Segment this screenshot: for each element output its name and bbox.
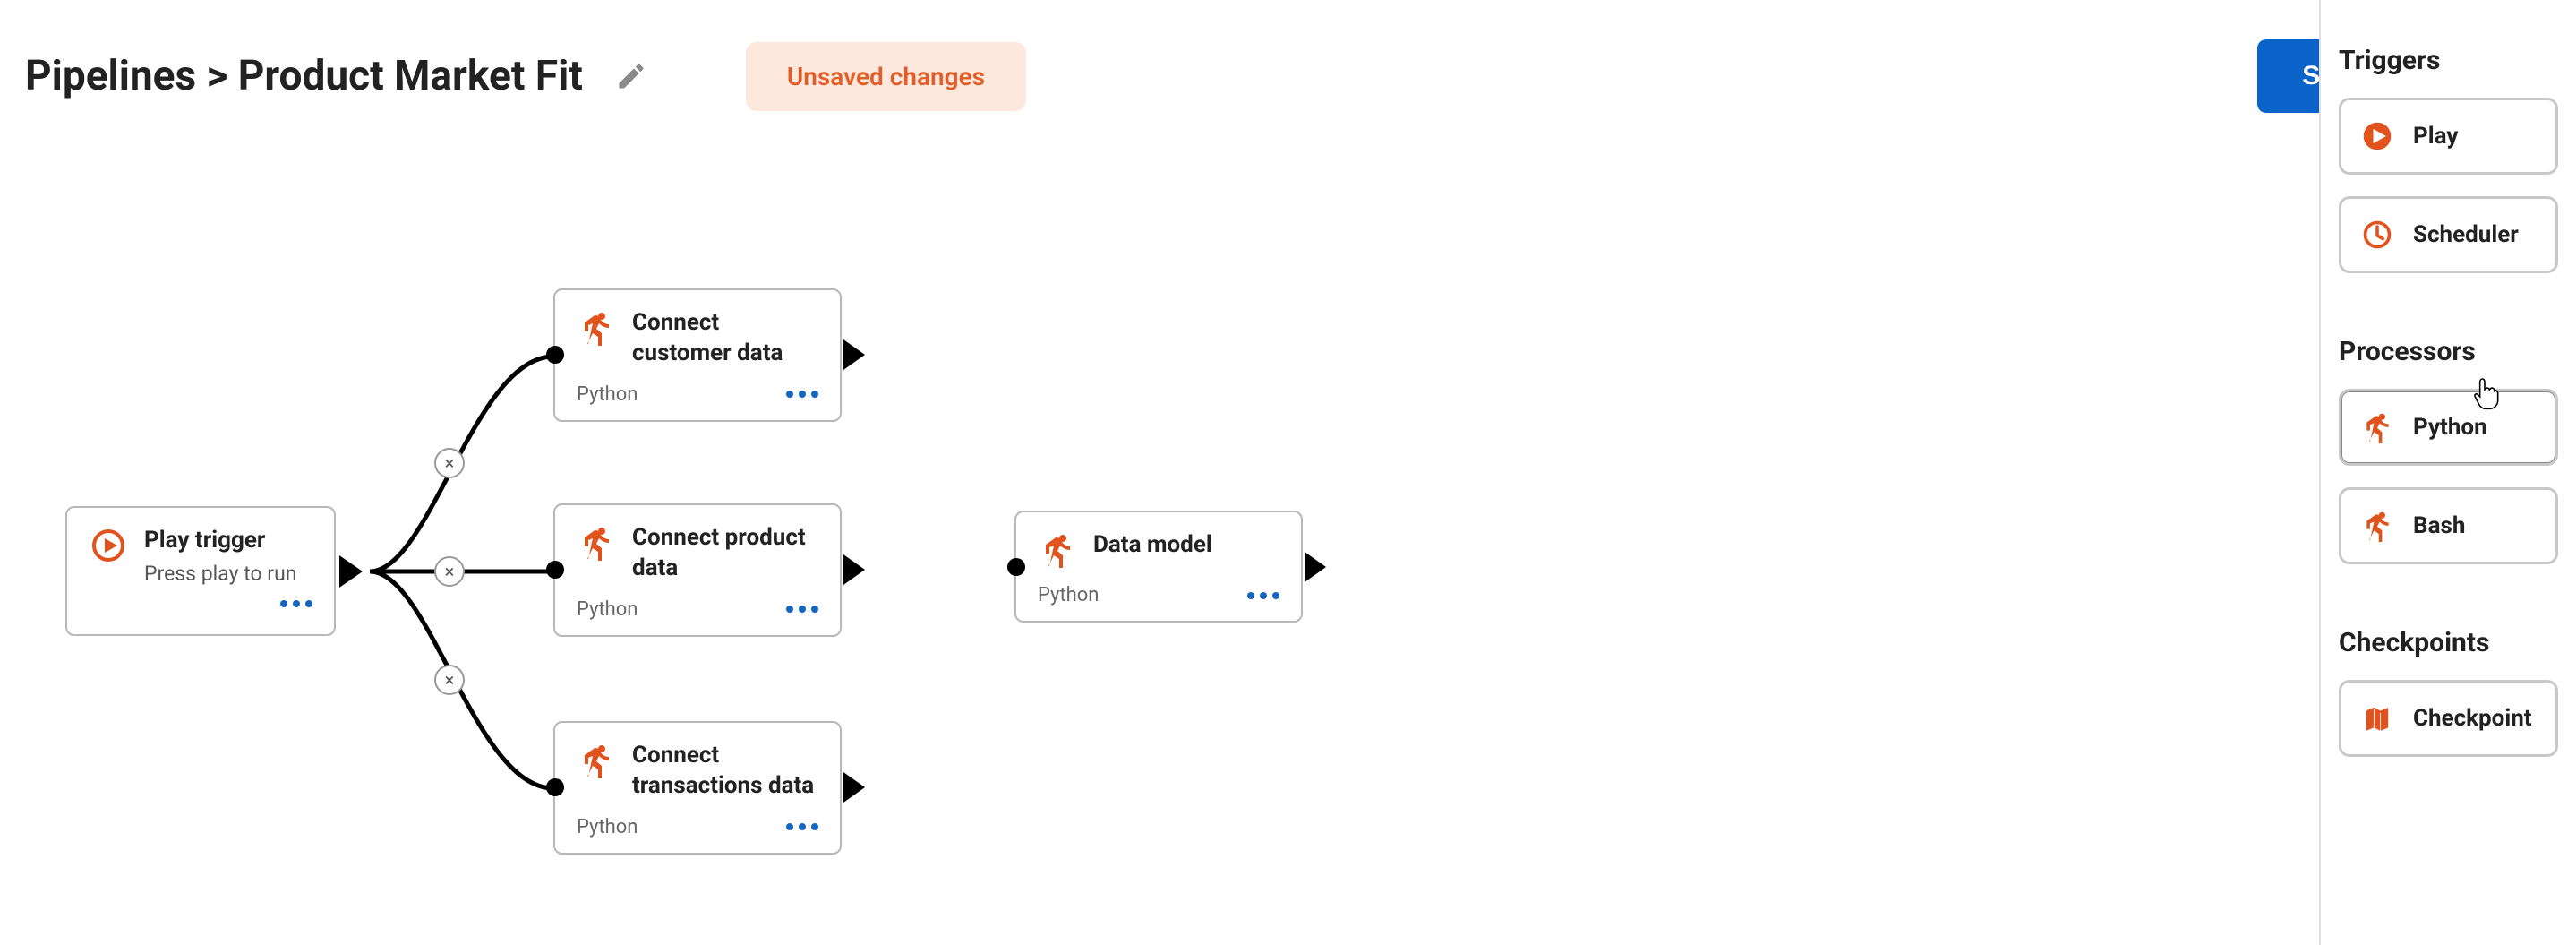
map-icon [2361, 702, 2393, 735]
node-tag: Python [1038, 584, 1099, 606]
palette-label: Play [2413, 123, 2458, 150]
delete-edge-button[interactable]: × [434, 448, 465, 478]
delete-edge-button[interactable]: × [434, 556, 465, 587]
input-port-icon[interactable] [546, 778, 564, 796]
palette-item-scheduler[interactable]: Scheduler [2339, 196, 2558, 273]
more-icon[interactable] [1247, 592, 1279, 599]
sidebar-heading-triggers: Triggers [2339, 45, 2558, 76]
runner-icon [1038, 530, 1077, 570]
output-port-icon[interactable] [843, 339, 869, 370]
sidebar-heading-checkpoints: Checkpoints [2339, 627, 2558, 658]
more-icon[interactable] [786, 823, 818, 830]
output-port-icon[interactable] [1305, 552, 1330, 582]
palette-item-bash[interactable]: Bash [2339, 487, 2558, 564]
sidebar-heading-processors: Processors [2339, 336, 2558, 367]
output-port-icon[interactable] [339, 555, 366, 588]
output-port-icon[interactable] [843, 554, 869, 585]
node-play-trigger[interactable]: Play trigger Press play to run [65, 506, 336, 636]
palette-item-python[interactable]: Python [2339, 389, 2558, 466]
node-title: Connect product data [632, 523, 818, 584]
play-icon [89, 526, 128, 565]
input-port-icon[interactable] [1007, 558, 1025, 576]
output-port-icon[interactable] [843, 772, 869, 803]
pipeline-canvas[interactable]: Play trigger Press play to run Connect c… [0, 0, 2319, 945]
runner-icon [577, 741, 616, 780]
palette-label: Checkpoint [2413, 705, 2532, 732]
node-title: Connect customer data [632, 308, 818, 369]
palette-label: Python [2413, 414, 2487, 441]
sidebar: Triggers Play Scheduler Processors Pytho… [2319, 0, 2576, 945]
node-tag: Python [577, 383, 638, 406]
more-icon[interactable] [280, 600, 312, 607]
palette-label: Scheduler [2413, 221, 2519, 248]
clock-icon [2361, 219, 2393, 251]
node-subtitle: Press play to run [144, 562, 296, 586]
runner-icon [2361, 510, 2393, 542]
node-connect-product-data[interactable]: Connect product data Python [553, 503, 842, 637]
node-tag: Python [577, 598, 638, 621]
node-tag: Python [577, 816, 638, 838]
more-icon[interactable] [786, 391, 818, 398]
node-connect-transactions-data[interactable]: Connect transactions data Python [553, 721, 842, 855]
delete-edge-button[interactable]: × [434, 665, 465, 695]
input-port-icon[interactable] [546, 561, 564, 579]
input-port-icon[interactable] [546, 346, 564, 364]
palette-item-checkpoint[interactable]: Checkpoint [2339, 680, 2558, 757]
node-title: Play trigger [144, 526, 296, 556]
palette-item-play[interactable]: Play [2339, 98, 2558, 175]
palette-label: Bash [2413, 512, 2465, 539]
more-icon[interactable] [786, 606, 818, 613]
play-icon [2361, 120, 2393, 152]
runner-icon [2361, 411, 2393, 443]
node-connect-customer-data[interactable]: Connect customer data Python [553, 288, 842, 422]
node-title: Data model [1093, 530, 1212, 561]
node-data-model[interactable]: Data model Python [1014, 511, 1303, 623]
node-title: Connect transactions data [632, 741, 818, 802]
runner-icon [577, 523, 616, 563]
runner-icon [577, 308, 616, 348]
